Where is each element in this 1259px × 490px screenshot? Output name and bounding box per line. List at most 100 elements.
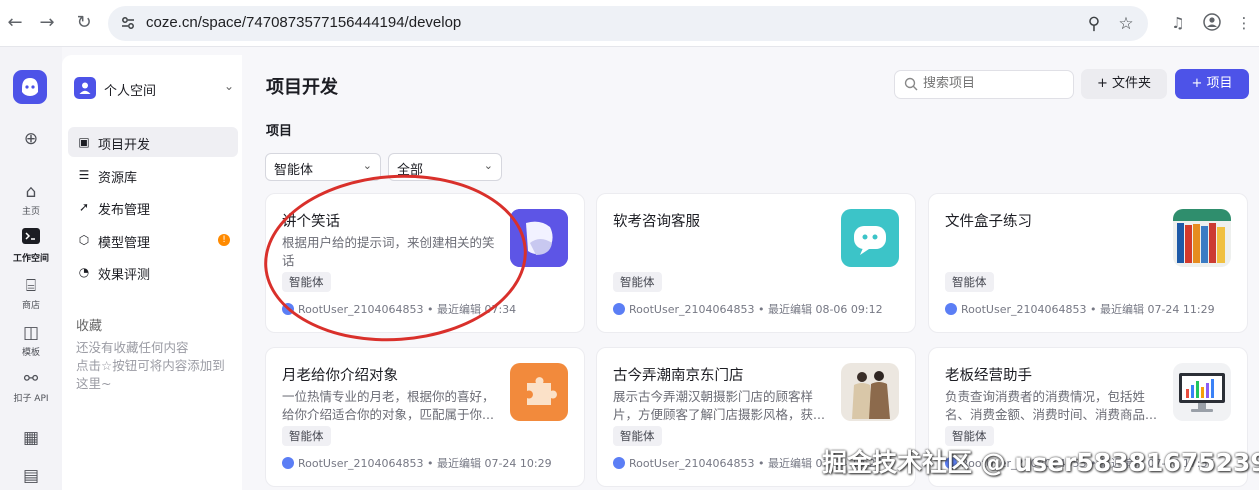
card-meta: RootUser_2104064853 • 最近编辑 07:34 <box>282 301 516 317</box>
card-type-tag: 智能体 <box>613 272 662 292</box>
apps-grid-icon: ▦ <box>22 428 40 448</box>
card-image <box>841 363 899 421</box>
type-filter-select[interactable]: 智能体 ⌄ <box>265 153 381 181</box>
card-meta-text: RootUser_2104064853 • 最近编辑 07-24 11:29 <box>961 303 1215 316</box>
back-icon[interactable]: ← <box>4 12 26 34</box>
card-type-tag: 智能体 <box>282 426 331 446</box>
card-description: 负责查询消费者的消费情况，包括姓名、消费金额、消费时间、消费商品... <box>945 389 1157 422</box>
card-meta: RootUser_2104064853 • 最近编辑 07-24 11:29 <box>945 301 1215 317</box>
template-icon: ◫ <box>22 323 40 343</box>
card-image <box>510 209 568 267</box>
plus-circle-icon: ⊕ <box>23 129 39 149</box>
card-image <box>841 209 899 267</box>
card-image <box>1173 209 1231 267</box>
left-rail: ⊕ ⌂ 主页 工作空间 ⌸ 商店 ◫ 模板 ⚯ 扣子 API ▦ ▤ <box>0 47 62 490</box>
rail-home[interactable]: ⌂ 主页 <box>0 181 62 217</box>
url-text[interactable]: coze.cn/space/7470873577156444194/develo… <box>146 14 461 31</box>
zoom-icon[interactable]: ⚲ <box>1084 14 1104 34</box>
chevron-down-icon: ⌄ <box>362 159 372 172</box>
card-title: 软考咨询客服 <box>613 214 700 230</box>
scope-filter-select[interactable]: 全部 ⌄ <box>388 153 502 181</box>
site-settings-icon[interactable] <box>120 15 136 31</box>
search-icon <box>904 77 918 91</box>
rail-label: 主页 <box>21 207 40 217</box>
rail-create[interactable]: ⊕ <box>0 128 62 150</box>
sidebar-item-projects[interactable]: ▣ 项目开发 <box>68 127 238 157</box>
space-switcher[interactable]: 个人空间 ⌄ <box>74 77 234 99</box>
card-title: 文件盒子练习 <box>945 214 1032 230</box>
user-avatar-icon <box>282 457 294 469</box>
cube-icon: ⬡ <box>78 233 90 247</box>
filter-value: 全部 <box>397 163 424 178</box>
chevron-down-icon: ⌄ <box>483 159 493 172</box>
menu-kebab-icon[interactable]: ⋮ <box>1234 13 1254 33</box>
sidebar-item-evaluation[interactable]: ◔ 效果评测 <box>68 257 238 287</box>
card-meta-text: RootUser_2104064853 • 最近编辑 07-24 10:29 <box>298 457 552 470</box>
card-description: 展示古今弄潮汉朝摄影门店的顾客样片，方便顾客了解门店摄影风格，获... <box>613 389 825 422</box>
rail-apps[interactable]: ▦ <box>0 427 62 449</box>
card-title: 讲个笑话 <box>282 214 340 230</box>
sidebar-item-library[interactable]: ☰ 资源库 <box>68 160 238 190</box>
space-name: 个人空间 <box>104 84 157 99</box>
project-card[interactable]: 讲个笑话 根据用户给的提示词，来创建相关的笑话 智能体 RootUser_210… <box>265 193 585 333</box>
watermark-text: 掘金技术社区 @ user5838167523996 <box>822 448 1259 477</box>
search-box[interactable] <box>894 70 1074 99</box>
address-bar[interactable]: coze.cn/space/7470873577156444194/develo… <box>108 6 1148 41</box>
forward-icon[interactable]: → <box>36 12 58 34</box>
card-meta-text: RootUser_2104064853 • 最近编辑 07:34 <box>298 303 517 316</box>
filter-value: 智能体 <box>274 163 314 178</box>
profile-icon[interactable] <box>1202 13 1222 33</box>
favorites-empty-line: 点击☆按钮可将内容添加到这里~ <box>76 358 225 391</box>
card-image <box>510 363 568 421</box>
add-project-button[interactable]: + 项目 <box>1175 69 1249 99</box>
card-description: 根据用户给的提示词，来创建相关的笑话 <box>282 235 495 268</box>
store-icon: ⌸ <box>25 276 37 296</box>
library-icon: ☰ <box>78 168 90 182</box>
card-description: 一位热情专业的月老，根据你的喜好，给你介绍适合你的对象，匹配属于你... <box>282 389 495 422</box>
terminal-icon <box>20 228 42 250</box>
reload-icon[interactable]: ↻ <box>73 12 95 34</box>
favorites-empty-line: 还没有收藏任何内容 <box>76 340 189 355</box>
alert-badge: ! <box>218 234 230 246</box>
project-card[interactable]: 软考咨询客服 智能体 RootUser_2104064853 • 最近编辑 08… <box>596 193 916 333</box>
bookmark-star-icon[interactable]: ☆ <box>1116 14 1136 34</box>
media-icon[interactable]: ♫ <box>1168 13 1188 33</box>
favorites-title: 收藏 <box>76 319 103 334</box>
page-title: 项目开发 <box>266 77 338 98</box>
card-image <box>1173 363 1231 421</box>
sidebar-item-label: 发布管理 <box>98 203 151 218</box>
favorites-empty-text: 还没有收藏任何内容 点击☆按钮可将内容添加到这里~ <box>76 339 236 393</box>
card-meta: RootUser_2104064853 • 最近编辑 08-06 09:12 <box>613 301 883 317</box>
card-title: 古今弄潮南京东门店 <box>613 368 744 384</box>
user-avatar-icon <box>613 303 625 315</box>
section-label: 项目 <box>266 124 293 139</box>
rail-workspace[interactable]: 工作空间 <box>0 228 62 264</box>
coze-logo[interactable] <box>13 70 47 104</box>
card-type-tag: 智能体 <box>613 426 662 446</box>
project-card[interactable]: 月老给你介绍对象 一位热情专业的月老，根据你的喜好，给你介绍适合你的对象，匹配属… <box>265 347 585 487</box>
document-icon: ▤ <box>22 466 40 486</box>
sidebar-item-label: 项目开发 <box>98 138 151 153</box>
card-meta-text: RootUser_2104064853 • 最近编辑 08-06 09:12 <box>629 303 883 316</box>
home-icon: ⌂ <box>25 182 37 202</box>
api-icon: ⚯ <box>23 369 39 389</box>
rail-label: 模板 <box>21 348 40 358</box>
rail-docs[interactable]: ▤ <box>0 465 62 487</box>
sidebar-item-publish[interactable]: ➚ 发布管理 <box>68 192 238 222</box>
card-title: 月老给你介绍对象 <box>282 368 398 384</box>
rail-api[interactable]: ⚯ 扣子 API <box>0 368 62 404</box>
card-meta: RootUser_2104064853 • 最近编辑 07-24 10:29 <box>282 455 552 471</box>
rail-store[interactable]: ⌸ 商店 <box>0 275 62 311</box>
rocket-icon: ➚ <box>78 200 90 214</box>
chevron-down-icon: ⌄ <box>223 79 234 93</box>
search-input[interactable] <box>923 76 1063 91</box>
rail-label: 商店 <box>21 301 40 311</box>
user-avatar-icon <box>945 303 957 315</box>
add-folder-button[interactable]: + 文件夹 <box>1081 69 1167 99</box>
sidebar-item-models[interactable]: ⬡ 模型管理 ! <box>68 225 238 255</box>
rail-templates[interactable]: ◫ 模板 <box>0 322 62 358</box>
user-avatar-icon <box>613 457 625 469</box>
gauge-icon: ◔ <box>78 265 90 279</box>
rail-label: 工作空间 <box>12 254 49 264</box>
project-card[interactable]: 文件盒子练习 智能体 RootUser_2104064853 • 最近编辑 07… <box>928 193 1248 333</box>
